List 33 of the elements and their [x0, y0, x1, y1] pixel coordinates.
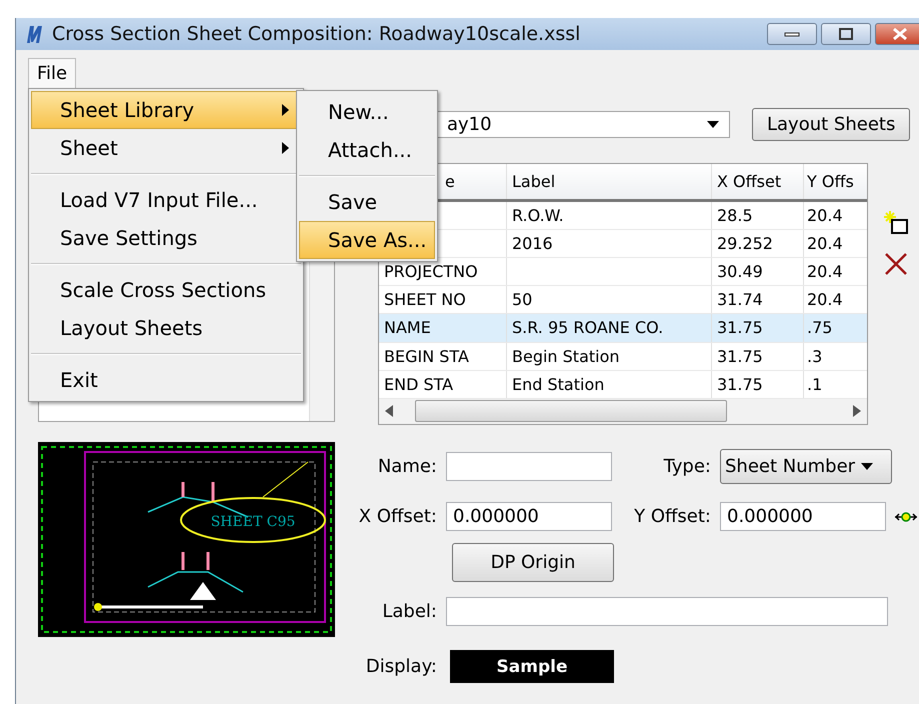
- field-label: Y Offset:: [633, 506, 711, 527]
- table-cell: 2016: [507, 230, 712, 258]
- table-cell: S.R. 95 ROANE CO.: [507, 314, 712, 342]
- field-label: Name:: [376, 456, 437, 477]
- table-cell: 28.5: [712, 202, 804, 230]
- table-cell-text: .75: [806, 317, 834, 340]
- table-cell: 50: [507, 286, 712, 314]
- table-cell: 31.75: [712, 342, 804, 370]
- field-label: X Offset:: [358, 506, 437, 527]
- table-cell: 29.252: [712, 230, 804, 258]
- table-cell: NAME: [379, 314, 507, 342]
- table-cell: END STA: [379, 370, 507, 398]
- table-cell: End Station: [507, 370, 712, 398]
- table-cell-text: 20.4: [806, 233, 844, 256]
- display-sample: Sample: [450, 650, 614, 683]
- table-cell: R.O.W.: [507, 202, 712, 230]
- table-cell: 30.49: [712, 258, 804, 286]
- table-cell: BEGIN STA: [379, 342, 507, 370]
- table-cell-text: 20.4: [806, 261, 844, 284]
- field-label: Label:: [381, 601, 437, 622]
- table-cell: 31.75: [712, 370, 804, 398]
- field-label: Display:: [364, 656, 437, 677]
- field-label: Type:: [662, 456, 711, 477]
- table-cell: Begin Station: [507, 342, 712, 370]
- table-cell-text: .3: [806, 346, 824, 368]
- sheet-preview-drawing: SHEET C95: [38, 442, 335, 637]
- table-cell-text: 20.4: [806, 204, 844, 227]
- table-cell-text: .1: [806, 374, 824, 396]
- table-cell: 31.74: [712, 286, 804, 314]
- window-title: Cross Section Sheet Composition: Roadway10scale.xssl: [52, 23, 580, 45]
- table-cell: 31.75: [712, 314, 804, 342]
- table-cell-text: 20.4: [806, 289, 844, 312]
- table-cell: SHEET NO: [379, 286, 507, 314]
